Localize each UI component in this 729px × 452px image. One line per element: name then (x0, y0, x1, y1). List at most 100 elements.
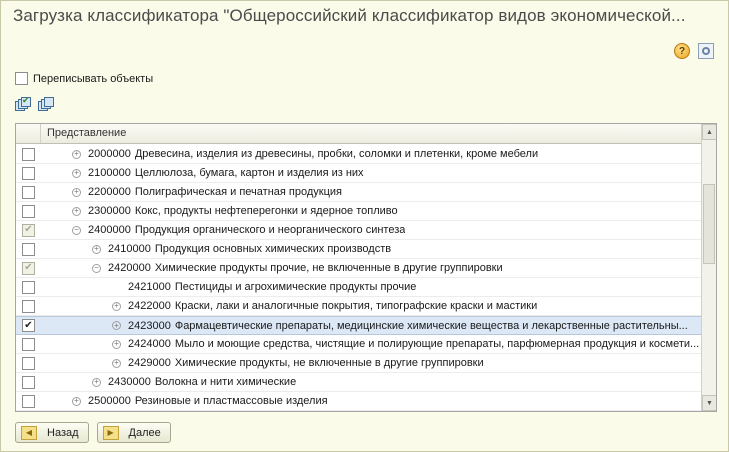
help-glyph: ? (678, 45, 686, 57)
row-code: 2421000 (128, 281, 171, 293)
row-name: Мыло и моющие средства, чистящие и полир… (174, 338, 700, 350)
next-button[interactable]: ▶ Далее (96, 422, 171, 443)
rewrite-objects-checkbox[interactable] (15, 72, 28, 85)
row-name: Краски, лаки и аналогичные покрытия, тип… (174, 300, 538, 312)
table-row[interactable]: +2422000 Краски, лаки и аналогичные покры… (16, 297, 702, 316)
row-checkbox[interactable] (22, 280, 35, 294)
collapse-icon[interactable]: − (72, 225, 81, 235)
row-code: 2422000 (128, 300, 171, 312)
classifier-load-window: Загрузка классификатора "Общероссийский … (0, 0, 729, 452)
table-row[interactable]: +2200000 Полиграфическая и печатная проду… (16, 183, 702, 202)
expand-icon[interactable]: + (72, 206, 81, 216)
row-checkbox[interactable] (22, 185, 35, 199)
back-button[interactable]: ◀ Назад (15, 422, 89, 443)
table-row[interactable]: +2000000 Древесина, изделия из древесины,… (16, 145, 702, 164)
row-name: Волокна и нити химические (154, 376, 297, 388)
row-checkbox[interactable] (22, 299, 35, 313)
window-title: Загрузка классификатора "Общероссийский … (13, 6, 686, 25)
expand-icon[interactable]: + (72, 168, 81, 178)
classifier-grid[interactable]: Представление +2000000 Древесина, изделия… (15, 123, 717, 412)
table-row[interactable]: +2424000 Мыло и моющие средства, чистящие… (16, 335, 702, 354)
expand-icon[interactable]: + (112, 339, 121, 349)
back-button-label: Назад (47, 426, 79, 439)
row-text-cell: +2423000 Фармацевтические препараты, меди… (41, 320, 702, 332)
row-code: 2430000 (108, 376, 151, 388)
back-arrow-icon: ◀ (21, 425, 37, 440)
uncheck-all-icon[interactable] (38, 97, 55, 112)
expand-icon[interactable]: + (112, 321, 121, 330)
row-text-cell: +2422000 Краски, лаки и аналогичные покры… (41, 300, 702, 312)
row-checkbox-cell: ✔ (16, 223, 41, 237)
row-checkbox[interactable]: ✔ (22, 261, 35, 275)
row-checkbox[interactable]: ✔ (22, 223, 35, 237)
row-checkbox-cell (16, 166, 41, 180)
row-name: Полиграфическая и печатная продукция (134, 186, 342, 198)
row-checkbox-cell: ✔ (16, 261, 41, 275)
row-text-cell: +2429000 Химические продукты, не включенн… (41, 357, 702, 369)
navigation-buttons: ◀ Назад ▶ Далее (15, 422, 171, 443)
row-checkbox[interactable] (22, 166, 35, 180)
row-checkbox[interactable] (22, 337, 35, 351)
row-checkbox[interactable] (22, 204, 35, 218)
row-checkbox[interactable] (22, 375, 35, 389)
table-row[interactable]: +2429000 Химические продукты, не включенн… (16, 354, 702, 373)
check-all-icon[interactable] (15, 95, 32, 112)
row-text-cell: +2200000 Полиграфическая и печатная проду… (41, 186, 702, 198)
header-check-column (16, 124, 41, 143)
help-icon[interactable]: ? (674, 43, 690, 59)
expand-icon[interactable]: + (112, 301, 121, 311)
row-checkbox-cell (16, 356, 41, 370)
row-checkbox[interactable] (22, 394, 35, 408)
row-code: 2429000 (128, 357, 171, 369)
expand-icon[interactable]: + (92, 244, 101, 254)
row-checkbox[interactable] (22, 356, 35, 370)
scroll-down-arrow-icon[interactable]: ▼ (702, 395, 716, 411)
row-checkbox[interactable] (22, 147, 35, 161)
table-row[interactable]: +2430000 Волокна и нити химические (16, 373, 702, 392)
rewrite-objects-option[interactable]: Переписывать объекты (15, 72, 153, 85)
collapse-icon[interactable]: − (92, 263, 101, 273)
expand-icon[interactable]: + (72, 149, 81, 159)
settings-gear-shape (702, 47, 710, 55)
row-text-cell: +2100000 Целлюлоза, бумага, картон и изде… (41, 167, 702, 179)
row-checkbox[interactable]: ✔ (22, 319, 35, 332)
top-icons: ? (674, 43, 714, 59)
column-header-representation[interactable]: Представление (41, 124, 716, 143)
row-code: 2423000 (128, 319, 171, 332)
row-checkbox-cell (16, 204, 41, 218)
table-row[interactable]: +2100000 Целлюлоза, бумага, картон и изде… (16, 164, 702, 183)
row-checkbox-cell (16, 299, 41, 313)
row-text-cell: 2421000 Пестициды и агрохимические продук… (41, 281, 702, 293)
expand-icon[interactable]: + (72, 396, 81, 406)
next-button-label: Далее (128, 426, 161, 439)
row-code: 2400000 (88, 224, 131, 236)
row-name: Продукция основных химических производст… (154, 243, 392, 255)
row-code: 2424000 (128, 338, 171, 350)
expand-icon[interactable]: + (72, 187, 81, 197)
row-code: 2100000 (88, 167, 131, 179)
table-row[interactable]: ✔ −2420000 Химические продукты прочие, не … (16, 259, 702, 278)
row-checkbox[interactable] (22, 242, 35, 256)
table-row[interactable]: +2500000 Резиновые и пластмассовые издели… (16, 392, 702, 411)
expand-icon[interactable]: + (112, 358, 121, 368)
grid-toolbar (15, 95, 55, 112)
row-text-cell: +2300000 Кокс, продукты нефтеперегонки и … (41, 205, 702, 217)
row-name: Древесина, изделия из древесины, пробки,… (134, 148, 539, 160)
expand-icon[interactable]: + (92, 377, 101, 387)
table-row[interactable]: +2300000 Кокс, продукты нефтеперегонки и … (16, 202, 702, 221)
table-row[interactable]: +2410000 Продукция основных химических пр… (16, 240, 702, 259)
row-checkbox-cell (16, 337, 41, 351)
row-name: Химические продукты, не включенные в дру… (174, 357, 484, 369)
row-checkbox-cell (16, 242, 41, 256)
row-checkbox-cell (16, 394, 41, 408)
table-row[interactable]: ✔ +2423000 Фармацевтические препараты, мед… (16, 316, 702, 335)
vertical-scrollbar[interactable]: ▲ ▼ (701, 124, 716, 411)
table-row[interactable]: ✔ −2400000 Продукция органического и неорг… (16, 221, 702, 240)
table-row[interactable]: 2421000 Пестициды и агрохимические продук… (16, 278, 702, 297)
scroll-thumb[interactable] (703, 184, 715, 264)
scroll-up-arrow-icon[interactable]: ▲ (702, 124, 716, 140)
settings-icon[interactable] (698, 43, 714, 59)
rewrite-objects-label: Переписывать объекты (33, 72, 154, 85)
row-text-cell: +2430000 Волокна и нити химические (41, 376, 702, 388)
